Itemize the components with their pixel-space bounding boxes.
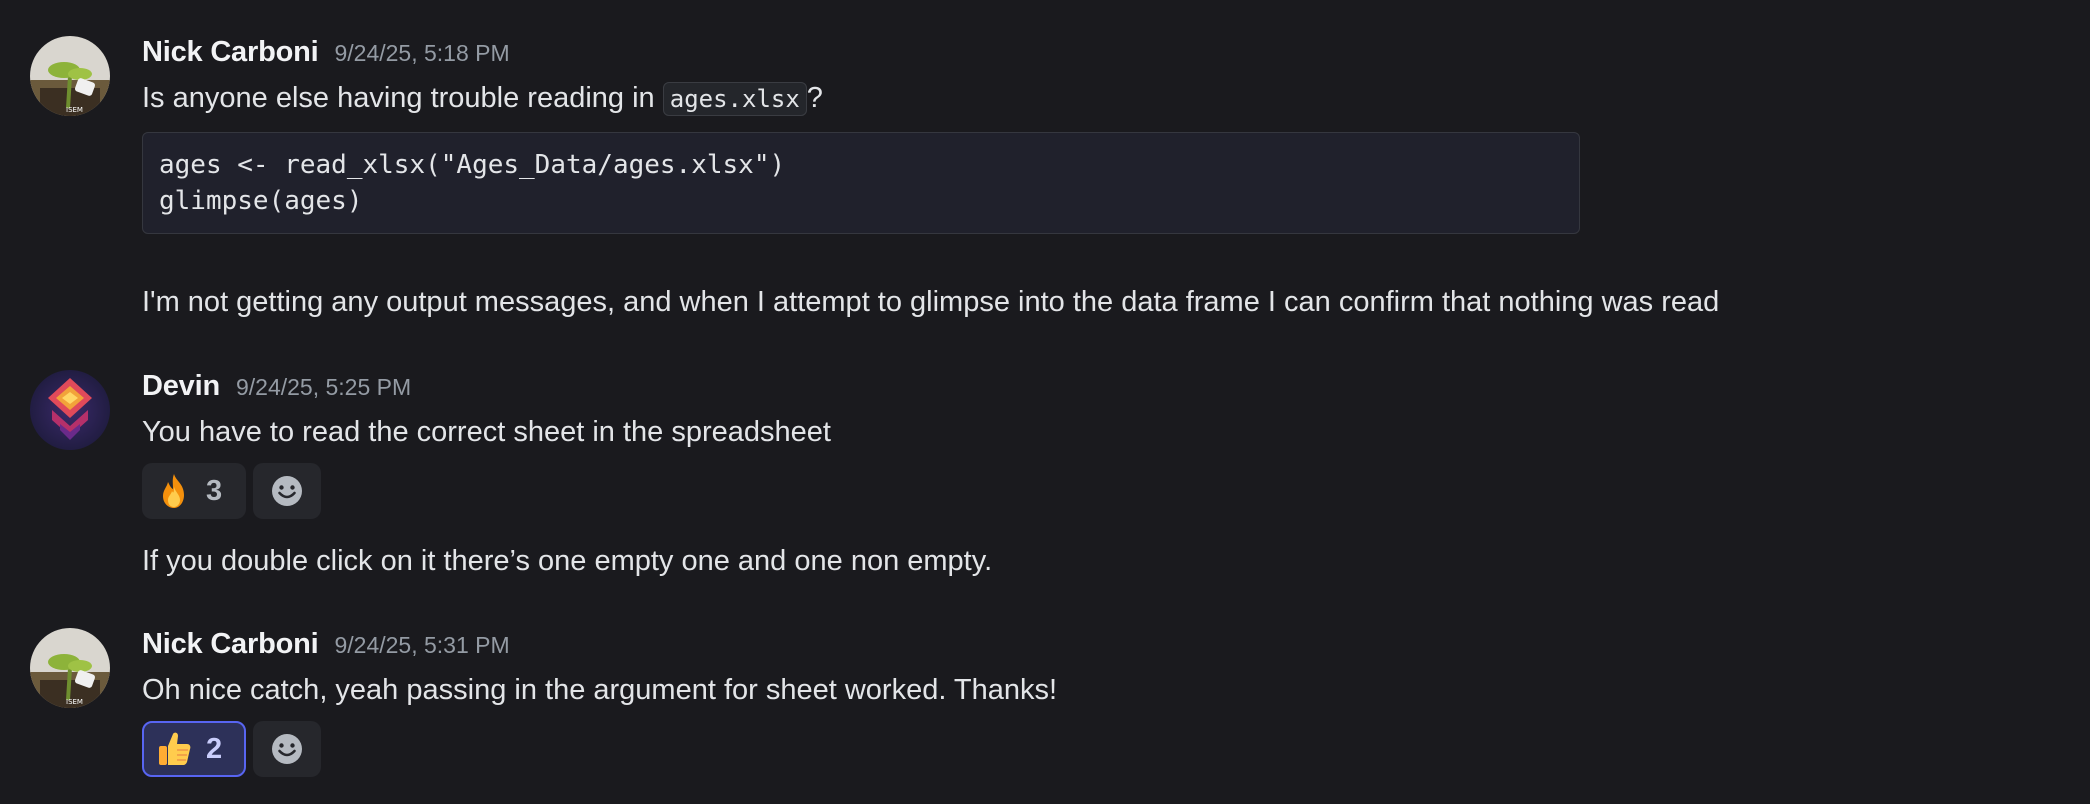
add-reaction-button[interactable] bbox=[253, 463, 321, 519]
message-header: Nick Carboni 9/24/25, 5:18 PM bbox=[142, 36, 510, 69]
username[interactable]: Nick Carboni bbox=[142, 36, 319, 69]
svg-text:ISEM: ISEM bbox=[66, 698, 83, 706]
message-text-suffix: ? bbox=[806, 82, 823, 114]
add-emoji-icon bbox=[272, 476, 302, 506]
add-emoji-icon bbox=[272, 734, 302, 764]
avatar[interactable]: ISEM bbox=[30, 36, 110, 116]
chat-message-list: ISEM Nick Carboni 9/24/25, 5:18 PM Is an… bbox=[0, 0, 2090, 804]
code-block: ages <- read_xlsx("Ages_Data/ages.xlsx")… bbox=[142, 132, 1580, 234]
avatar[interactable]: ISEM bbox=[30, 628, 110, 708]
inline-code: ages.xlsx bbox=[662, 82, 807, 116]
reaction-thumbs-up[interactable]: 2 bbox=[142, 721, 246, 777]
svg-text:ISEM: ISEM bbox=[66, 106, 83, 114]
timestamp: 9/24/25, 5:25 PM bbox=[235, 374, 412, 400]
code-line: glimpse(ages) bbox=[159, 186, 363, 216]
avatar[interactable] bbox=[30, 370, 110, 450]
timestamp: 9/24/25, 5:31 PM bbox=[334, 632, 510, 658]
message-text: Oh nice catch, yeah passing in the argum… bbox=[142, 674, 1058, 706]
reaction-fire[interactable]: 3 bbox=[142, 463, 246, 519]
message-text: You have to read the correct sheet in th… bbox=[142, 416, 831, 448]
fire-icon bbox=[163, 474, 184, 508]
message-text: I'm not getting any output messages, and… bbox=[142, 286, 1720, 318]
thumbs-up-icon bbox=[159, 732, 191, 765]
message-text: Is anyone else having trouble reading in… bbox=[142, 78, 823, 119]
message-header: Nick Carboni 9/24/25, 5:31 PM bbox=[142, 628, 510, 661]
username[interactable]: Devin bbox=[142, 370, 220, 403]
username[interactable]: Nick Carboni bbox=[142, 628, 319, 661]
code-line: ages <- read_xlsx("Ages_Data/ages.xlsx") bbox=[159, 150, 786, 180]
message-text: If you double click on it there’s one em… bbox=[142, 545, 993, 577]
message-text-prefix: Is anyone else having trouble reading in bbox=[142, 82, 663, 114]
add-reaction-button[interactable] bbox=[253, 721, 321, 777]
message-header: Devin 9/24/25, 5:25 PM bbox=[142, 370, 411, 403]
reaction-count: 3 bbox=[206, 474, 223, 507]
reaction-count: 2 bbox=[206, 732, 223, 765]
timestamp: 9/24/25, 5:18 PM bbox=[334, 40, 510, 66]
